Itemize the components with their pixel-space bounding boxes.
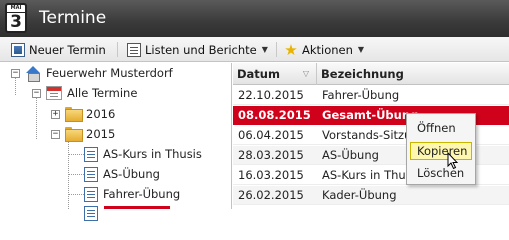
new-appointment-label: Neuer Termin [29, 42, 106, 57]
collapse-toggle[interactable]: − [51, 129, 60, 139]
document-icon [84, 206, 98, 221]
lists-reports-button[interactable]: Listen und Berichte ▼ [127, 41, 268, 58]
date-cell: 06.04.2015 [238, 128, 304, 142]
column-header-date[interactable]: Datum ▽ [233, 63, 317, 85]
column-header-label: Bezeichnung [321, 67, 404, 81]
description-cell: Fahrer-Übung [322, 88, 400, 102]
mouse-pointer-icon [447, 152, 459, 170]
folder-open-icon [65, 127, 83, 142]
title-bar: MAI 3 Termine [0, 0, 509, 37]
tree-item-label: Alle Termine [67, 86, 138, 100]
toolbar-divider [117, 42, 118, 57]
column-header-description[interactable]: Bezeichnung [317, 63, 509, 85]
actions-button[interactable]: ★ Aktionen ▼ [284, 41, 364, 58]
tree-item-label: 2015 [86, 127, 116, 141]
tree-item-feuerwehr[interactable]: − Feuerwehr Musterdorf [11, 63, 173, 83]
new-appointment-button[interactable]: Neuer Termin [11, 41, 106, 58]
toolbar: Neuer Termin Listen und Berichte ▼ ★ Akt… [0, 37, 509, 62]
folder-icon [65, 107, 83, 122]
tree-connector [68, 174, 84, 175]
list-icon [127, 42, 141, 57]
date-cell: 28.03.2015 [238, 148, 304, 162]
toolbar-divider [276, 42, 277, 57]
document-icon [84, 166, 98, 182]
calendar-icon [46, 86, 62, 100]
tree-item-label: AS-Kurs in Thusis [103, 147, 202, 161]
expand-toggle[interactable]: + [51, 109, 60, 119]
tree-item-label: Feuerwehr Musterdorf [46, 66, 173, 80]
chevron-down-icon: ▼ [357, 45, 365, 54]
document-icon [84, 146, 98, 162]
window-title: Termine [39, 8, 107, 28]
tree-item-all-appointments[interactable]: − Alle Termine [32, 83, 137, 103]
calendar-app-icon: MAI 3 [5, 3, 27, 33]
tree-item-as-uebung[interactable]: AS-Übung [84, 164, 160, 184]
folder-tree: − Feuerwehr Musterdorf − Alle Termine + … [0, 63, 232, 221]
tree-item-2016[interactable]: + 2016 [51, 104, 115, 124]
app-icon-day: 3 [10, 12, 22, 32]
table-row[interactable]: 26.02.2015 Kader-Übung [233, 186, 509, 205]
table-row[interactable]: 22.10.2015 Fahrer-Übung [233, 86, 509, 105]
menu-item-delete[interactable]: Löschen [410, 164, 472, 182]
home-icon [25, 66, 41, 82]
tree-item-label: Fahrer-Übung [103, 187, 181, 201]
chevron-down-icon: ▼ [261, 45, 268, 54]
actions-label: Aktionen [302, 42, 353, 57]
menu-item-open[interactable]: Öffnen [410, 119, 472, 137]
tree-item-2015[interactable]: − 2015 [51, 124, 115, 144]
tree-item-label: AS-Übung [103, 167, 160, 181]
collapse-toggle[interactable]: − [32, 88, 41, 98]
date-cell: 26.02.2015 [238, 188, 304, 202]
date-cell: 16.03.2015 [238, 168, 304, 182]
tree-connector [68, 154, 84, 155]
context-menu: Öffnen Kopieren Löschen [406, 113, 476, 185]
collapse-toggle[interactable]: − [11, 68, 20, 78]
tree-item-fahrer-uebung[interactable]: Fahrer-Übung [84, 184, 180, 204]
tree-item-label: 2016 [86, 107, 116, 121]
document-icon [84, 186, 98, 202]
grid-header: Datum ▽ Bezeichnung [233, 63, 509, 85]
star-icon: ★ [284, 40, 298, 59]
new-document-icon [11, 42, 25, 57]
column-header-label: Datum [237, 67, 280, 81]
date-cell: 08.08.2015 [238, 108, 311, 122]
description-cell: Kader-Übung [322, 188, 397, 202]
menu-item-copy[interactable]: Kopieren [410, 142, 472, 160]
lists-reports-label: Listen und Berichte [145, 42, 257, 57]
date-cell: 22.10.2015 [238, 88, 304, 102]
sort-icon: ▽ [302, 69, 309, 78]
tree-item-as-kurs[interactable]: AS-Kurs in Thusis [84, 144, 202, 164]
tree-selected-item-highlight[interactable] [104, 206, 170, 209]
tree-connector [68, 194, 84, 195]
